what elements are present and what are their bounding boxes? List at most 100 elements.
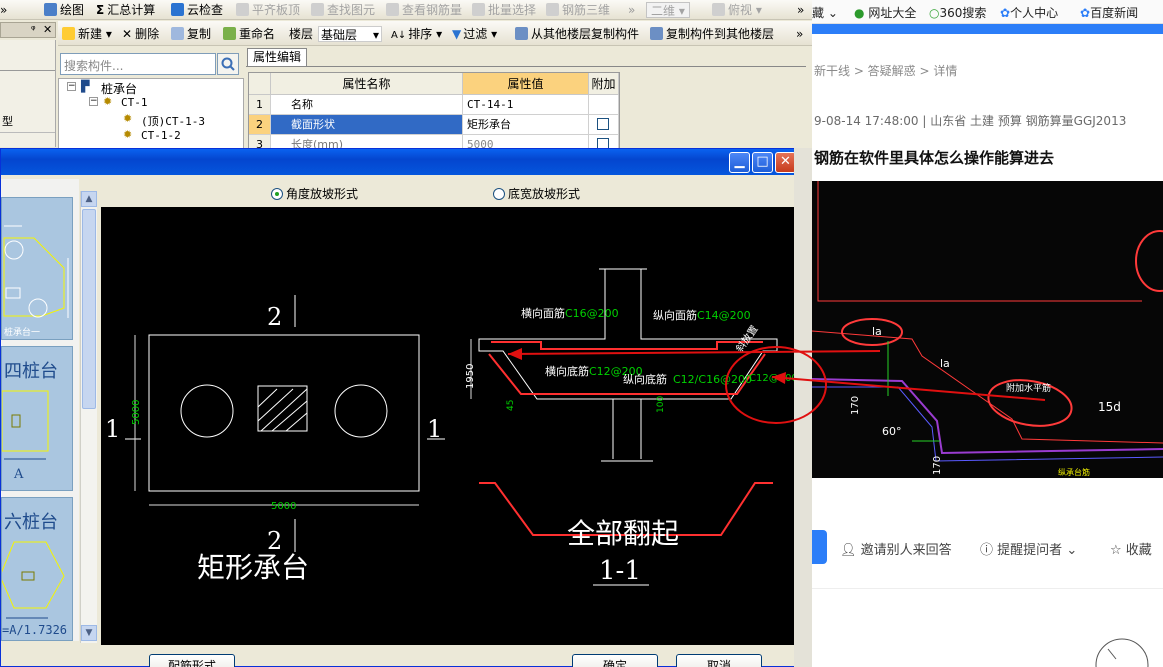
- rename-icon: [223, 27, 236, 40]
- thumb-scrollbar[interactable]: ▲ ▼: [80, 191, 97, 643]
- column-header-extra: 附加: [589, 73, 619, 95]
- toolbar-more-mid[interactable]: »: [628, 2, 635, 18]
- remind-label: 提醒提问者: [997, 543, 1063, 558]
- top-view-select[interactable]: 俯视 ▾: [712, 2, 762, 18]
- search-button[interactable]: [217, 53, 239, 75]
- copy-button[interactable]: 复制: [171, 26, 211, 42]
- top-rebar: [491, 341, 763, 350]
- flush-icon: [236, 3, 249, 16]
- bookmark-item[interactable]: ✿百度新闻: [1080, 4, 1138, 21]
- collapse-icon[interactable]: −: [67, 82, 76, 91]
- view-2d-select[interactable]: 二维 ▾: [646, 2, 690, 18]
- scroll-up-button[interactable]: ▲: [81, 191, 97, 207]
- component-toolbar: 新建 ▾ ✕ 删除 复制 重命名 楼层 基础层 ▾ A↓ 排序 ▾ ▼ 过滤 ▾ 从其他…: [58, 21, 812, 46]
- bookmark-item[interactable]: 藏 ⌄: [812, 4, 838, 21]
- layers-icon: [650, 27, 663, 40]
- pin-icon[interactable]: ᵠ: [31, 23, 36, 36]
- find-element-button[interactable]: 查找图元: [311, 2, 375, 18]
- six-pile-preview: [2, 541, 65, 619]
- minimize-button[interactable]: ▁: [729, 152, 750, 173]
- cloud-check-button[interactable]: 云检查: [171, 2, 223, 18]
- label-value: C14@200: [697, 309, 751, 322]
- photo-label: 附加水平筋: [1006, 382, 1051, 394]
- scroll-down-button[interactable]: ▼: [81, 625, 97, 641]
- site-header-strip: [812, 24, 1163, 34]
- list-item[interactable]: 型: [2, 113, 13, 129]
- toolbar-more-right[interactable]: »: [797, 2, 804, 18]
- drawing-canvas[interactable]: 2 2 1 1 5000 5000 矩形承台 横向面筋C16@200 纵向面筋C…: [101, 207, 797, 645]
- label-text: 纵向面筋: [653, 308, 697, 322]
- delete-button[interactable]: ✕ 删除: [122, 26, 159, 42]
- floor-select[interactable]: 基础层 ▾: [318, 26, 382, 42]
- close-icon[interactable]: ✕: [43, 23, 52, 36]
- rebar-3d-button[interactable]: 钢筋三维: [546, 2, 610, 18]
- prop-value-input[interactable]: 矩形承台: [463, 115, 589, 135]
- toolbar-more-left[interactable]: »: [0, 2, 7, 18]
- new-button[interactable]: 新建 ▾: [62, 26, 112, 42]
- component-tree: − ▛ 桩承台 − ✹ CT-1 ✹ (顶)CT-1-3 ✹ CT-1-2: [58, 78, 244, 150]
- sort-button[interactable]: A↓ 排序 ▾: [391, 26, 442, 42]
- component-search-input[interactable]: 搜索构件...: [60, 53, 216, 75]
- component-panel-header: ᵠ ✕: [0, 22, 56, 38]
- tree-node-ct1-2[interactable]: CT-1-2: [141, 129, 181, 142]
- rebar-form-button[interactable]: 配筋形式: [149, 654, 235, 667]
- tree-node-ct1-3[interactable]: (顶)CT-1-3: [141, 113, 205, 129]
- batch-icon: [472, 3, 485, 16]
- dialog-titlebar[interactable]: ▁ □ ✕: [1, 149, 799, 175]
- view-rebar-label: 查看钢筋量: [402, 3, 463, 17]
- extra-checkbox[interactable]: [597, 118, 609, 130]
- dim-depth-text: 1950: [465, 364, 476, 389]
- filter-button[interactable]: ▼ 过滤 ▾: [452, 26, 497, 42]
- ok-button[interactable]: 确定: [572, 654, 658, 667]
- mascot-icon[interactable]: [1086, 627, 1156, 667]
- funnel-icon: ▼: [452, 27, 462, 41]
- search-icon: [221, 57, 235, 71]
- gear-icon: ✹: [123, 128, 133, 141]
- prop-value-input[interactable]: CT-14-1: [463, 95, 589, 115]
- thumb-four-pile[interactable]: 四桩台 A: [1, 346, 73, 491]
- thumb-pile-cap-one[interactable]: 桩承台一: [1, 197, 73, 340]
- bookmark-item[interactable]: ✿个人中心: [1000, 4, 1058, 21]
- cancel-button[interactable]: 取消: [676, 654, 762, 667]
- summary-calc-label: 汇总计算: [107, 3, 156, 17]
- flush-top-button[interactable]: 平齐板顶: [236, 2, 300, 18]
- thumb-six-pile[interactable]: 六桩台 =A/1.7326: [1, 497, 73, 641]
- photo-label: la: [940, 357, 950, 370]
- close-button[interactable]: ✕: [775, 152, 796, 173]
- radio-angle-slope[interactable]: 角度放坡形式: [271, 185, 358, 202]
- divider: [812, 588, 1163, 589]
- radio-width-slope[interactable]: 底宽放坡形式: [493, 185, 580, 202]
- favorite-button[interactable]: ☆ 收藏: [1110, 539, 1152, 558]
- maximize-button[interactable]: □: [752, 152, 773, 173]
- summary-calc-button[interactable]: Σ 汇总计算: [96, 2, 155, 18]
- question-image[interactable]: la la 15d 170 170 60° 附加水平筋 纵承台筋: [812, 181, 1163, 478]
- new-icon: [62, 27, 75, 40]
- invite-answer-button[interactable]: 👤︎ 邀请别人来回答: [840, 539, 952, 558]
- batch-select-button[interactable]: 批量选择: [472, 2, 536, 18]
- copy-to-floor-button[interactable]: 复制构件到其他楼层: [650, 26, 774, 42]
- view-rebar-button[interactable]: 查看钢筋量: [386, 2, 462, 18]
- main-toolbar: » 绘图 Σ 汇总计算 云检查 平齐板顶 查找图元 查看钢筋量 批量选择 钢筋三维…: [0, 0, 812, 20]
- label-text: 横向面筋: [521, 306, 565, 320]
- copy-from-floor-button[interactable]: 从其他楼层复制构件: [515, 26, 639, 42]
- rename-label: 重命名: [239, 27, 276, 41]
- tab-property-edit[interactable]: 属性编辑: [247, 48, 307, 66]
- thumb-caption: 桩承台一: [4, 328, 41, 338]
- toolbar2-more[interactable]: »: [796, 26, 803, 42]
- rename-button[interactable]: 重命名: [223, 26, 275, 42]
- bookmark-item[interactable]: ● 网址大全: [854, 4, 916, 21]
- bookmark-label: 百度新闻: [1090, 6, 1139, 20]
- tree-node-ct1[interactable]: CT-1: [121, 96, 148, 109]
- draw-button[interactable]: 绘图: [44, 2, 84, 18]
- copy-icon: [171, 27, 184, 40]
- scroll-thumb[interactable]: [82, 209, 96, 409]
- copy-from-floor-label: 从其他楼层复制构件: [531, 27, 640, 41]
- breadcrumb[interactable]: 新干线 > 答疑解惑 > 详情: [814, 62, 957, 79]
- dim-width-text: 5000: [271, 501, 296, 512]
- remind-asker-button[interactable]: ⓘ 提醒提问者 ⌄: [980, 539, 1077, 558]
- bookmark-item[interactable]: ○360搜索: [929, 4, 986, 21]
- radio-label: 底宽放坡形式: [508, 187, 581, 201]
- label-text: 横向底筋: [545, 364, 589, 378]
- star-icon: ☆: [1110, 543, 1122, 558]
- collapse-icon[interactable]: −: [89, 97, 98, 106]
